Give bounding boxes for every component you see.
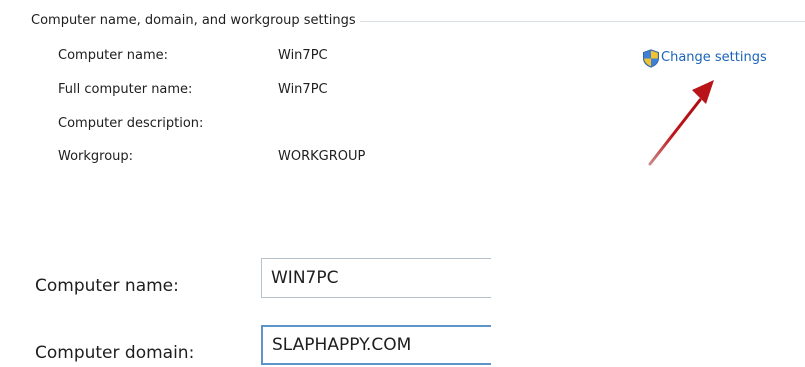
info-row-workgroup: Workgroup: WORKGROUP <box>0 147 560 167</box>
computer-name-label: Computer name: <box>35 276 179 296</box>
computer-domain-label: Computer domain: <box>35 343 195 363</box>
change-settings-link[interactable]: Change settings <box>642 47 767 69</box>
computer-name-input[interactable] <box>261 258 491 298</box>
info-value: Win7PC <box>278 48 328 63</box>
info-value: Win7PC <box>278 82 328 97</box>
info-label: Workgroup: <box>58 149 134 164</box>
info-label: Computer description: <box>58 116 204 131</box>
change-settings-label: Change settings <box>661 50 767 65</box>
info-row-full-computer-name: Full computer name: Win7PC <box>0 80 560 100</box>
info-label: Full computer name: <box>58 82 193 97</box>
computer-name-row: Computer name: <box>0 258 805 306</box>
info-row-computer-description: Computer description: <box>0 114 560 134</box>
computer-domain-row: Computer domain: <box>0 325 805 367</box>
group-box-title: Computer name, domain, and workgroup set… <box>31 12 360 30</box>
computer-domain-input[interactable] <box>261 325 491 365</box>
red-arrow-icon <box>648 80 714 166</box>
info-row-computer-name: Computer name: Win7PC <box>0 46 560 66</box>
group-box-header: Computer name, domain, and workgroup set… <box>0 12 805 30</box>
uac-shield-icon <box>643 48 659 68</box>
info-value: WORKGROUP <box>278 149 366 164</box>
info-label: Computer name: <box>58 48 169 63</box>
